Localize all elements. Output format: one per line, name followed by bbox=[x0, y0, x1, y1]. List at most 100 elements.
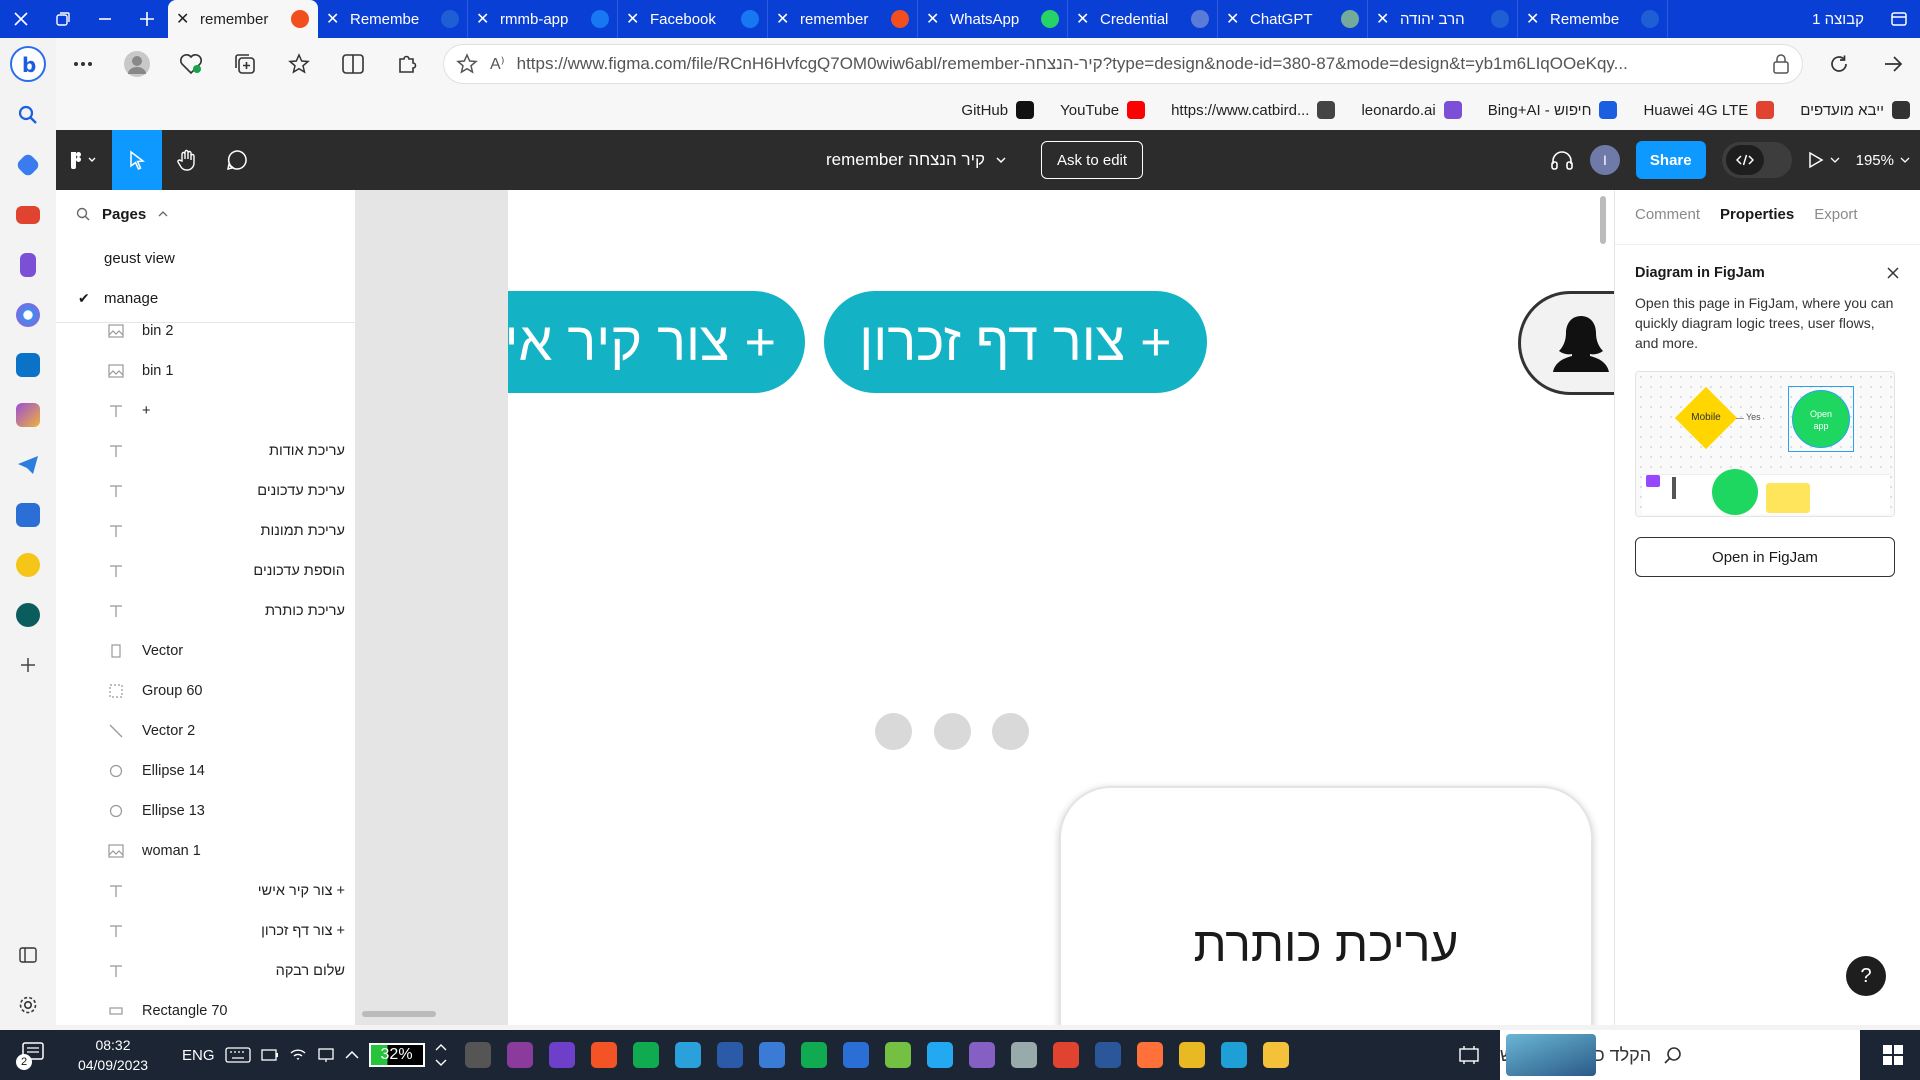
favorite-item[interactable]: leonardo.ai bbox=[1361, 101, 1462, 119]
layer-row[interactable]: woman 1 bbox=[56, 831, 355, 871]
taskbar-app[interactable] bbox=[499, 1030, 541, 1080]
file-title[interactable]: remember קיר הנצחה bbox=[826, 130, 1007, 190]
dev-mode-toggle[interactable] bbox=[1721, 142, 1792, 178]
comment-tool-icon[interactable] bbox=[212, 130, 262, 190]
page-item[interactable]: geust view bbox=[56, 238, 355, 278]
taskbar-app[interactable] bbox=[541, 1030, 583, 1080]
chat-bot-icon[interactable] bbox=[8, 590, 48, 640]
help-button[interactable]: ? bbox=[1846, 956, 1886, 996]
telegram-send-icon[interactable] bbox=[8, 440, 48, 490]
forward-icon[interactable] bbox=[1866, 38, 1920, 90]
pages-header[interactable]: Pages bbox=[56, 190, 355, 238]
browser-tab[interactable]: ✕ ChatGPT bbox=[1218, 0, 1368, 38]
carousel-dot-3[interactable] bbox=[992, 713, 1029, 750]
taskbar-app[interactable] bbox=[877, 1030, 919, 1080]
favorites-star-icon[interactable] bbox=[272, 38, 326, 90]
hide-sidebar-icon[interactable] bbox=[8, 930, 48, 980]
battery-percentage[interactable]: 32% bbox=[368, 1043, 425, 1067]
network-icon[interactable] bbox=[317, 1047, 335, 1063]
tab-close-icon[interactable]: ✕ bbox=[926, 9, 942, 29]
taskbar-app[interactable] bbox=[583, 1030, 625, 1080]
layer-row[interactable]: שלום רבקה bbox=[56, 951, 355, 991]
move-tool-icon[interactable] bbox=[112, 130, 162, 190]
taskbar-app[interactable] bbox=[1255, 1030, 1297, 1080]
layer-row[interactable]: עריכת כותרת bbox=[56, 591, 355, 631]
tab-export[interactable]: Export bbox=[1814, 206, 1857, 223]
browser-tab[interactable]: ✕ remember bbox=[768, 0, 918, 38]
tab-close-icon[interactable]: ✕ bbox=[1376, 9, 1392, 29]
microsoft365-icon[interactable] bbox=[8, 290, 48, 340]
file-name[interactable]: remember קיר הנצחה bbox=[826, 150, 985, 170]
url-bar[interactable]: A⁾ https://www.figma.com/file/RCnH6Hvfcg… bbox=[444, 45, 1802, 83]
tools-icon[interactable] bbox=[8, 190, 48, 240]
taskbar-app[interactable] bbox=[625, 1030, 667, 1080]
keyboard-icon[interactable] bbox=[224, 1047, 251, 1063]
taskbar-app[interactable] bbox=[457, 1030, 499, 1080]
restore-window-icon[interactable] bbox=[42, 0, 84, 38]
notification-center-icon[interactable]: 2 bbox=[16, 1040, 48, 1070]
designer-icon[interactable] bbox=[8, 390, 48, 440]
taskbar-app[interactable] bbox=[1171, 1030, 1213, 1080]
tab-close-icon[interactable]: ✕ bbox=[1526, 9, 1542, 29]
taskbar-app[interactable] bbox=[667, 1030, 709, 1080]
favorite-item[interactable]: ייבא מועדפים bbox=[1800, 101, 1910, 119]
task-view-icon[interactable] bbox=[1458, 1044, 1480, 1066]
taskbar-app[interactable] bbox=[1087, 1030, 1129, 1080]
audio-headphones-icon[interactable] bbox=[1550, 149, 1574, 171]
taskbar-app[interactable] bbox=[1213, 1030, 1255, 1080]
tab-close-icon[interactable]: ✕ bbox=[326, 9, 342, 29]
taskbar-app[interactable] bbox=[961, 1030, 1003, 1080]
browser-tab[interactable]: ✕ הרב יהודה bbox=[1368, 0, 1518, 38]
taskbar-app[interactable] bbox=[709, 1030, 751, 1080]
favorite-item[interactable]: Bing+AI - חיפוש bbox=[1488, 101, 1618, 119]
taskbar-app[interactable] bbox=[751, 1030, 793, 1080]
layer-row[interactable]: Ellipse 14 bbox=[56, 751, 355, 791]
collections-icon[interactable] bbox=[218, 38, 272, 90]
hand-tool-icon[interactable] bbox=[162, 130, 212, 190]
translator-icon[interactable] bbox=[8, 490, 48, 540]
create-memorial-page-button[interactable]: + צור דף זכרון bbox=[824, 291, 1207, 393]
layer-row[interactable]: + צור דף זכרון bbox=[56, 911, 355, 951]
sidebar-settings-gear-icon[interactable] bbox=[8, 980, 48, 1030]
app-available-icon[interactable] bbox=[1772, 54, 1790, 74]
user-avatar[interactable]: I bbox=[1589, 145, 1620, 175]
tab-close-icon[interactable]: ✕ bbox=[626, 9, 642, 29]
create-personal-wall-button[interactable]: + צור קיר אישי bbox=[508, 291, 805, 393]
taskbar-app[interactable] bbox=[919, 1030, 961, 1080]
profile-avatar[interactable] bbox=[110, 38, 164, 90]
open-in-figjam-button[interactable]: Open in FigJam bbox=[1635, 537, 1895, 577]
layer-row[interactable]: עריכת עדכונים bbox=[56, 471, 355, 511]
input-language[interactable]: ENG bbox=[182, 1047, 215, 1064]
present-play-icon[interactable] bbox=[1808, 151, 1840, 169]
url-text[interactable]: https://www.figma.com/file/RCnH6HvfcgQ7O… bbox=[517, 54, 1760, 74]
zoom-level[interactable]: 195% bbox=[1856, 152, 1910, 169]
layer-row[interactable]: + צור קיר אישי bbox=[56, 871, 355, 911]
chevron-down-icon[interactable] bbox=[995, 156, 1007, 164]
ask-to-edit-button[interactable]: Ask to edit bbox=[1041, 141, 1144, 179]
favorite-item[interactable]: GitHub bbox=[961, 101, 1035, 119]
add-favorite-star-icon[interactable] bbox=[456, 53, 478, 75]
more-options-icon[interactable] bbox=[56, 38, 110, 90]
layer-row[interactable]: bin 2 bbox=[56, 311, 355, 351]
games-icon[interactable] bbox=[8, 240, 48, 290]
workspaces-icon[interactable] bbox=[1878, 0, 1920, 38]
carousel-dot-1[interactable] bbox=[875, 713, 912, 750]
taskbar-app[interactable] bbox=[793, 1030, 835, 1080]
layer-row[interactable]: Vector bbox=[56, 631, 355, 671]
carousel-dot-2[interactable] bbox=[934, 713, 971, 750]
bing-icon[interactable]: b bbox=[8, 38, 48, 90]
close-icon[interactable] bbox=[1886, 266, 1900, 280]
battery-tray-icon[interactable] bbox=[260, 1049, 279, 1061]
shopping-icon[interactable] bbox=[8, 140, 48, 190]
browser-tab[interactable]: ✕ Remembe bbox=[1518, 0, 1668, 38]
tab-close-icon[interactable]: ✕ bbox=[1226, 9, 1242, 29]
tab-close-icon[interactable]: ✕ bbox=[776, 9, 792, 29]
browser-tab[interactable]: ✕ WhatsApp bbox=[918, 0, 1068, 38]
layer-row[interactable]: Ellipse 13 bbox=[56, 791, 355, 831]
layer-row[interactable]: עריכת תמונות bbox=[56, 511, 355, 551]
figma-main-menu-icon[interactable] bbox=[56, 130, 112, 190]
chevron-up-icon[interactable] bbox=[158, 211, 168, 217]
browser-tab[interactable]: ✕ rmmb-app bbox=[468, 0, 618, 38]
clock[interactable]: 08:32 04/09/2023 bbox=[58, 1035, 168, 1075]
design-canvas[interactable]: + צור קיר אישי + צור דף זכרון עריכת כותר… bbox=[356, 190, 1614, 1025]
